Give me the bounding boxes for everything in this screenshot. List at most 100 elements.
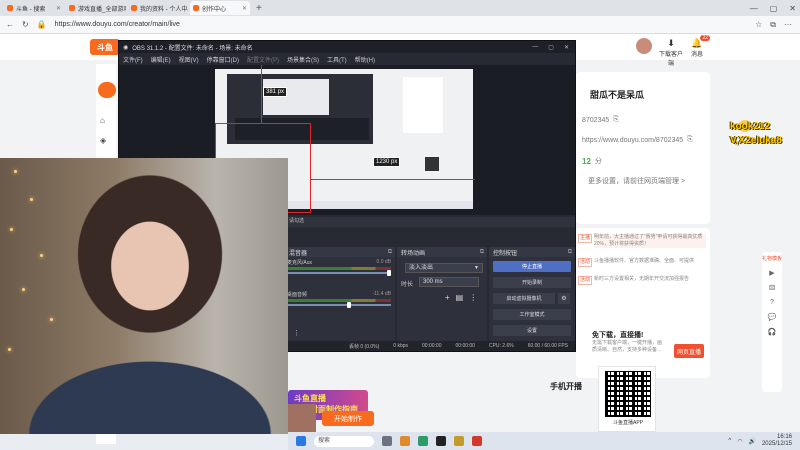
start-create-button[interactable]: 开始制作 xyxy=(322,411,374,426)
volume-fader[interactable] xyxy=(287,302,391,308)
browser-tab-2[interactable]: 我的资料 - 个人中心 - 斗鱼✕ xyxy=(128,1,188,15)
notice-item[interactable]: 主播 明年前，大主播通过了“赛男”申请可获得最高优质20%，预计将获得资质！ xyxy=(578,234,706,248)
remove-icon[interactable]: ▤ xyxy=(456,293,464,302)
messages-button[interactable]: 🔔 消息 22 xyxy=(684,35,710,58)
extensions-icon[interactable]: ⧉ xyxy=(770,20,776,30)
close-icon[interactable]: ✕ xyxy=(789,4,796,13)
notice-tag: 主播 xyxy=(578,234,593,243)
close-icon[interactable]: ✕ xyxy=(564,44,569,51)
home-icon[interactable]: ⌂ xyxy=(100,116,105,125)
edge-icon[interactable] xyxy=(418,436,428,446)
star-icon[interactable]: ☆ xyxy=(755,20,762,30)
notice-item[interactable]: 活动 斗鱼播播软件、官方数据准确、全面、可提供 xyxy=(578,258,706,267)
system-tray: ^ ◠ 🔊 16:16 2025/12/15 xyxy=(728,434,800,448)
refresh-icon[interactable]: ↻ xyxy=(22,20,29,29)
virtual-camera-gear-icon[interactable]: ⚙ xyxy=(558,293,570,304)
menu-file[interactable]: 文件(F) xyxy=(123,55,143,64)
minimize-icon[interactable]: — xyxy=(532,44,538,51)
menu-help[interactable]: 帮助(H) xyxy=(355,55,375,64)
app-icon[interactable] xyxy=(400,436,410,446)
measure-line-right xyxy=(311,179,475,180)
menu-tools[interactable]: 工具(T) xyxy=(327,55,347,64)
stop-streaming-button[interactable]: 停止直播 xyxy=(493,261,571,272)
headset-icon[interactable]: 🎧 xyxy=(768,328,777,336)
start-icon[interactable] xyxy=(296,436,306,446)
menu-docks[interactable]: 停靠窗口(D) xyxy=(207,55,239,64)
menu-edit[interactable]: 编辑(E) xyxy=(151,55,171,64)
web-live-button[interactable]: 网页直播 xyxy=(674,344,704,358)
duration-field[interactable]: 300 ms xyxy=(419,277,479,287)
dice-icon[interactable]: ⚄ xyxy=(769,284,775,292)
gift-template-label[interactable]: 礼物模板 xyxy=(762,256,782,262)
minimize-icon[interactable]: — xyxy=(750,4,758,13)
bitrate: 0 kbps xyxy=(393,343,409,349)
url-field[interactable]: https://www.douyu.com/creator/main/live xyxy=(55,21,180,28)
start-recording-button[interactable]: 开始录制 xyxy=(493,277,571,288)
overlay-line-1: kook212 xyxy=(730,121,771,132)
new-tab-button[interactable]: + xyxy=(256,3,262,14)
gift-icon[interactable]: ◈ xyxy=(100,136,106,145)
notice-item[interactable]: 活动 新时三方设置相关，无期年开交流加强报告 xyxy=(578,276,706,285)
fps: 60.00 / 60.00 FPS xyxy=(527,343,569,349)
app-icon[interactable] xyxy=(472,436,482,446)
add-icon[interactable]: + xyxy=(445,293,450,302)
menu-profile[interactable]: 配置文件(P) xyxy=(247,55,279,64)
studio-mode-button[interactable]: 工作室模式 xyxy=(493,309,571,320)
tab-title: 创作中心 xyxy=(202,6,227,13)
maximize-icon[interactable]: ▢ xyxy=(548,44,554,51)
overlay-line-2: V,X2eluka8 xyxy=(730,135,782,146)
download-client-button[interactable]: ⬇ 下载客户端 xyxy=(658,38,684,67)
chat-icon[interactable]: 💬 xyxy=(768,313,777,321)
maximize-icon[interactable]: ▢ xyxy=(770,4,778,13)
tab-close-icon[interactable]: ✕ xyxy=(56,5,61,12)
dock-pin-icon[interactable]: ⧉ xyxy=(480,249,487,256)
browser-tab-1[interactable]: 游戏直播_全部游戏直播_斗鱼直播✕ xyxy=(66,1,126,15)
measure-label-top: 381 px xyxy=(263,87,288,97)
menu-scene-collection[interactable]: 场景集合(S) xyxy=(287,55,319,64)
right-rail: 礼物模板 ▶ ⚄ ? 💬 🎧 xyxy=(762,252,782,392)
fader-knob[interactable] xyxy=(347,302,352,308)
dock-pin-icon[interactable]: ⧉ xyxy=(388,249,395,256)
avatar[interactable] xyxy=(636,38,652,54)
watermark-overlay: kook212 V,X2eluka8 xyxy=(730,120,782,148)
browser-tab-3[interactable]: 创作中心 ✕ xyxy=(190,1,250,15)
wifi-icon[interactable]: ◠ xyxy=(737,438,742,445)
app-icon[interactable] xyxy=(454,436,464,446)
task-view-icon[interactable] xyxy=(382,436,392,446)
settings-button[interactable]: 设置 xyxy=(493,325,571,336)
message-badge: 22 xyxy=(700,35,710,41)
volume-meter xyxy=(287,267,391,270)
douyu-logo[interactable]: 斗鱼 xyxy=(90,39,120,55)
menu-dots-icon[interactable]: ⋯ xyxy=(784,20,792,30)
taskbar-search[interactable]: 搜索 xyxy=(314,435,374,447)
help-icon[interactable]: ? xyxy=(770,299,774,306)
volume-meter xyxy=(287,299,391,302)
start-live-pill[interactable] xyxy=(98,82,116,98)
browser-tab-0[interactable]: 斗鱼 - 搜索 ✕ xyxy=(4,1,64,15)
tab-favicon-icon xyxy=(131,5,137,11)
tab-close-icon[interactable]: ✕ xyxy=(242,5,247,12)
clock[interactable]: 16:16 2025/12/15 xyxy=(762,434,792,448)
volume-icon[interactable]: 🔊 xyxy=(748,438,755,445)
copy-icon[interactable]: ⎘ xyxy=(687,136,693,144)
fairy-light xyxy=(50,318,53,321)
start-virtual-camera-button[interactable]: 启动虚拟摄像机 xyxy=(493,293,555,304)
copy-icon[interactable]: ⎘ xyxy=(613,116,619,124)
more-settings-link[interactable]: 更多设置，请前往网页端管理 > xyxy=(588,176,685,186)
more-icon[interactable]: ⋮ xyxy=(469,293,477,302)
volume-fader[interactable] xyxy=(287,270,391,276)
play-icon[interactable]: ▶ xyxy=(769,269,774,277)
transition-select[interactable]: 淡入淡出 ▼ xyxy=(405,263,483,273)
menu-view[interactable]: 视图(V) xyxy=(179,55,199,64)
notice-tag: 活动 xyxy=(578,258,593,267)
live-time: 00:00:00 xyxy=(422,343,442,349)
browser-toolbar: ☆ ⧉ ⋯ xyxy=(755,20,800,30)
back-icon[interactable]: ← xyxy=(6,20,14,29)
dock-pin-icon[interactable]: ⧉ xyxy=(568,249,575,256)
fader-knob[interactable] xyxy=(387,270,391,276)
chevron-up-icon[interactable]: ^ xyxy=(728,438,731,444)
mixer-menu-icon[interactable]: ⋮ xyxy=(293,329,300,337)
obs-app-icon[interactable] xyxy=(436,436,446,446)
room-id-row: 8702345 ⎘ xyxy=(582,116,619,124)
tab-title: 游戏直播_全部游戏直播_斗鱼直播 xyxy=(78,6,126,13)
